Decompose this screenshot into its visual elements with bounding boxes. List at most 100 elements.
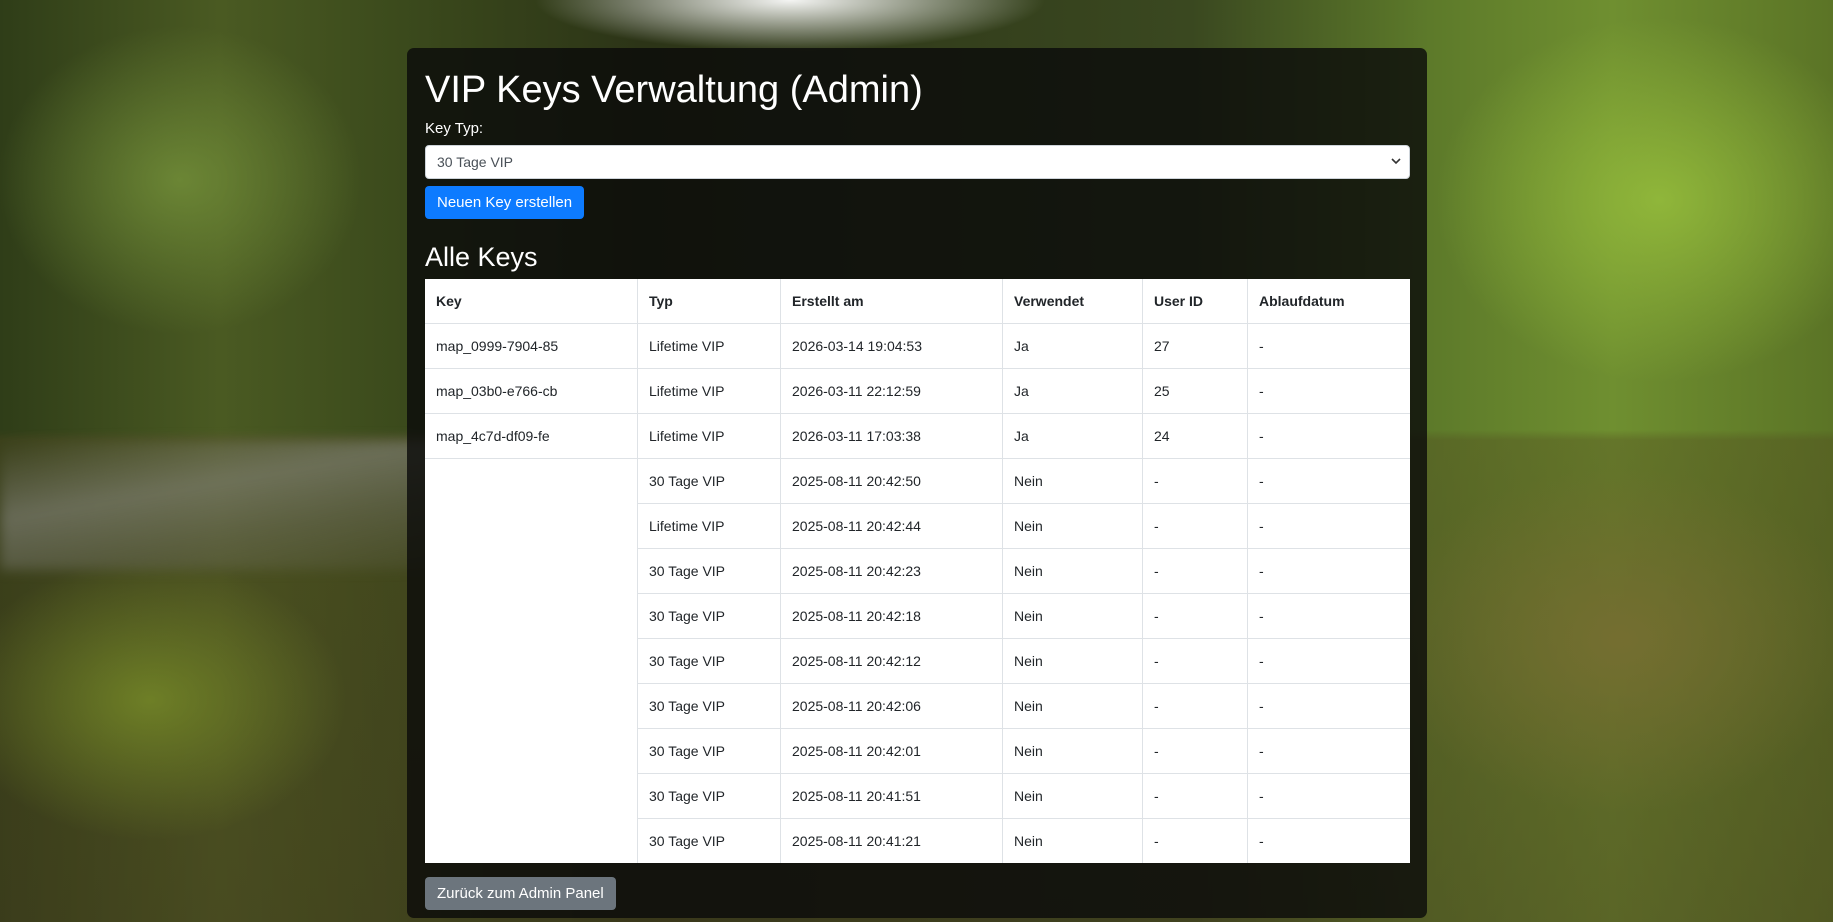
cell-type: Lifetime VIP [637, 368, 781, 414]
column-header-expiry: Ablaufdatum [1247, 279, 1410, 324]
cell-type: 30 Tage VIP [637, 458, 781, 504]
create-key-button[interactable]: Neuen Key erstellen [425, 186, 585, 219]
table-row: map_0999-7904-85 Lifetime VIP 2026-03-14 1… [425, 323, 1410, 369]
back-to-admin-panel-button[interactable]: Zurück zum Admin Panel [425, 877, 616, 910]
cell-key: map_4c7d-df09-fe [425, 413, 638, 459]
cell-used: Nein [1002, 458, 1143, 504]
chevron-down-icon [1391, 156, 1401, 168]
cell-used: Nein [1002, 728, 1143, 774]
cell-type: 30 Tage VIP [637, 683, 781, 729]
table-row: Lifetime VIP 2025-08-11 20:42:44 Nein - - [425, 503, 1410, 549]
cell-expiry: - [1247, 368, 1410, 414]
cell-user-id: - [1142, 773, 1248, 819]
cell-type: 30 Tage VIP [637, 593, 781, 639]
cell-type: 30 Tage VIP [637, 818, 781, 863]
cell-expiry: - [1247, 503, 1410, 549]
cell-created: 2025-08-11 20:41:51 [780, 773, 1003, 819]
page-title: VIP Keys Verwaltung (Admin) [425, 69, 923, 111]
column-header-created: Erstellt am [780, 279, 1003, 324]
cell-key [425, 773, 638, 819]
cell-user-id: - [1142, 683, 1248, 729]
cell-user-id: 25 [1142, 368, 1248, 414]
cell-used: Nein [1002, 638, 1143, 684]
cell-type: 30 Tage VIP [637, 728, 781, 774]
cell-expiry: - [1247, 638, 1410, 684]
cell-expiry: - [1247, 413, 1410, 459]
cell-key: map_03b0-e766-cb [425, 368, 638, 414]
cell-expiry: - [1247, 548, 1410, 594]
cell-key: map_0999-7904-85 [425, 323, 638, 369]
cell-created: 2026-03-14 19:04:53 [780, 323, 1003, 369]
cell-key [425, 683, 638, 729]
cell-expiry: - [1247, 773, 1410, 819]
cell-created: 2025-08-11 20:41:21 [780, 818, 1003, 863]
table-row: map_03b0-e766-cb Lifetime VIP 2026-03-11 2… [425, 368, 1410, 414]
cell-user-id: - [1142, 593, 1248, 639]
column-header-type: Typ [637, 279, 781, 324]
cell-expiry: - [1247, 593, 1410, 639]
cell-user-id: - [1142, 503, 1248, 549]
cell-expiry: - [1247, 683, 1410, 729]
cell-expiry: - [1247, 458, 1410, 504]
cell-type: 30 Tage VIP [637, 773, 781, 819]
cell-key [425, 503, 638, 549]
cell-used: Nein [1002, 548, 1143, 594]
table-row: 30 Tage VIP 2025-08-11 20:42:12 Nein - - [425, 638, 1410, 684]
table-row: 30 Tage VIP 2025-08-11 20:42:01 Nein - - [425, 728, 1410, 774]
cell-used: Nein [1002, 683, 1143, 729]
cell-key [425, 548, 638, 594]
keys-table-body: map_0999-7904-85 Lifetime VIP 2026-03-14 1… [425, 323, 1410, 863]
key-type-select[interactable]: 30 Tage VIP [425, 145, 1410, 179]
cell-user-id: - [1142, 548, 1248, 594]
cell-created: 2025-08-11 20:42:23 [780, 548, 1003, 594]
key-type-label: Key Typ: [425, 120, 484, 137]
cell-created: 2025-08-11 20:42:50 [780, 458, 1003, 504]
cell-expiry: - [1247, 818, 1410, 863]
column-header-key: Key [436, 293, 462, 309]
cell-expiry: - [1247, 323, 1410, 369]
cell-type: 30 Tage VIP [637, 638, 781, 684]
table-row: 30 Tage VIP 2025-08-11 20:41:21 Nein - - [425, 818, 1410, 863]
cell-created: 2025-08-11 20:42:44 [780, 503, 1003, 549]
table-row: 30 Tage VIP 2025-08-11 20:41:51 Nein - - [425, 773, 1410, 819]
cell-key [425, 593, 638, 639]
table-header-row: Key Typ Erstellt am Verwendet User ID Ab… [425, 279, 1410, 324]
cell-used: Ja [1002, 323, 1143, 369]
key-type-selected-value: 30 Tage VIP [437, 154, 514, 170]
cell-key [425, 638, 638, 684]
cell-created: 2025-08-11 20:42:06 [780, 683, 1003, 729]
all-keys-heading: Alle Keys [425, 242, 538, 272]
cell-created: 2025-08-11 20:42:18 [780, 593, 1003, 639]
keys-table: Key Typ Erstellt am Verwendet User ID Ab… [425, 279, 1410, 863]
cell-user-id: - [1142, 638, 1248, 684]
table-row: 30 Tage VIP 2025-08-11 20:42:18 Nein - - [425, 593, 1410, 639]
cell-type: Lifetime VIP [637, 413, 781, 459]
cell-created: 2026-03-11 17:03:38 [780, 413, 1003, 459]
admin-panel: VIP Keys Verwaltung (Admin) Key Typ: 30 … [407, 48, 1427, 918]
table-row: 30 Tage VIP 2025-08-11 20:42:23 Nein - - [425, 548, 1410, 594]
cell-key [425, 818, 638, 863]
table-row: 30 Tage VIP 2025-08-11 20:42:50 Nein - - [425, 458, 1410, 504]
cell-used: Nein [1002, 773, 1143, 819]
cell-created: 2026-03-11 22:12:59 [780, 368, 1003, 414]
cell-used: Nein [1002, 818, 1143, 863]
cell-created: 2025-08-11 20:42:12 [780, 638, 1003, 684]
cell-user-id: 24 [1142, 413, 1248, 459]
cell-used: Nein [1002, 593, 1143, 639]
table-row: map_4c7d-df09-fe Lifetime VIP 2026-03-11 1… [425, 413, 1410, 459]
cell-type: 30 Tage VIP [637, 548, 781, 594]
column-header-used: Verwendet [1002, 279, 1143, 324]
cell-type: Lifetime VIP [637, 503, 781, 549]
cell-used: Ja [1002, 413, 1143, 459]
cell-user-id: - [1142, 728, 1248, 774]
cell-created: 2025-08-11 20:42:01 [780, 728, 1003, 774]
cell-key [425, 728, 638, 774]
cell-user-id: - [1142, 818, 1248, 863]
cell-key [425, 458, 638, 504]
cell-expiry: - [1247, 728, 1410, 774]
column-header-user-id: User ID [1142, 279, 1248, 324]
cell-used: Nein [1002, 503, 1143, 549]
table-row: 30 Tage VIP 2025-08-11 20:42:06 Nein - - [425, 683, 1410, 729]
cell-user-id: - [1142, 458, 1248, 504]
cell-user-id: 27 [1142, 323, 1248, 369]
